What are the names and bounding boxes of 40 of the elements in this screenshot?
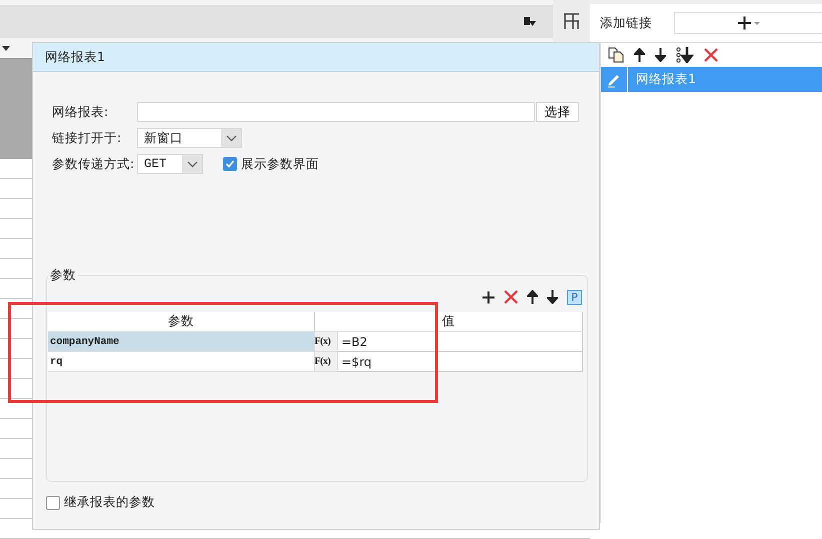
value-field[interactable]: =B2: [337, 332, 582, 352]
chevron-down-icon: [226, 134, 236, 142]
arrow-up-icon[interactable]: [527, 290, 538, 304]
column-header: 值: [314, 312, 582, 332]
delete-icon[interactable]: [504, 290, 518, 304]
param-name-cell[interactable]: rq: [48, 352, 314, 372]
chevron-down-icon: [186, 160, 198, 168]
column-header: 参数: [48, 312, 314, 332]
checkmark-icon: [225, 159, 235, 169]
checkbox[interactable]: [46, 496, 60, 510]
field-label: 参数传递方式:: [52, 156, 136, 172]
caret-down-icon[interactable]: [2, 46, 10, 50]
open-in-dropdown[interactable]: 新窗口: [137, 128, 242, 148]
field-label: 网络报表:: [52, 104, 110, 120]
parameter-button[interactable]: P: [567, 290, 582, 304]
param-name-cell[interactable]: companyName: [48, 332, 314, 352]
delete-icon[interactable]: [704, 48, 718, 62]
checkbox-label: 继承报表的参数: [64, 494, 155, 511]
layout-icon[interactable]: [563, 12, 580, 30]
value-field[interactable]: =$rq: [337, 352, 582, 372]
dropdown-flag-icon[interactable]: [523, 16, 537, 28]
checkbox-label: 展示参数界面: [241, 156, 319, 172]
add-icon[interactable]: [482, 290, 495, 304]
report-input[interactable]: [137, 102, 535, 122]
checkbox[interactable]: [223, 157, 237, 171]
arrow-down-icon[interactable]: [547, 290, 558, 304]
dialog-title: 网络报表1: [45, 48, 105, 66]
arrow-down-icon[interactable]: [655, 48, 666, 62]
move-to-bottom-icon[interactable]: [676, 47, 694, 63]
choose-button[interactable]: 选择: [536, 102, 579, 122]
copy-icon[interactable]: [608, 47, 624, 63]
group-title: 参数: [49, 267, 77, 284]
formula-button[interactable]: F(x): [314, 352, 337, 372]
layout-button[interactable]: [553, 0, 590, 42]
formula-button[interactable]: F(x): [314, 332, 337, 352]
arrow-up-icon[interactable]: [634, 48, 645, 62]
field-label: 链接打开于:: [52, 130, 122, 146]
method-dropdown[interactable]: GET: [137, 154, 203, 174]
plus-icon: [738, 16, 760, 30]
add-link-label: 添加链接: [600, 14, 652, 32]
